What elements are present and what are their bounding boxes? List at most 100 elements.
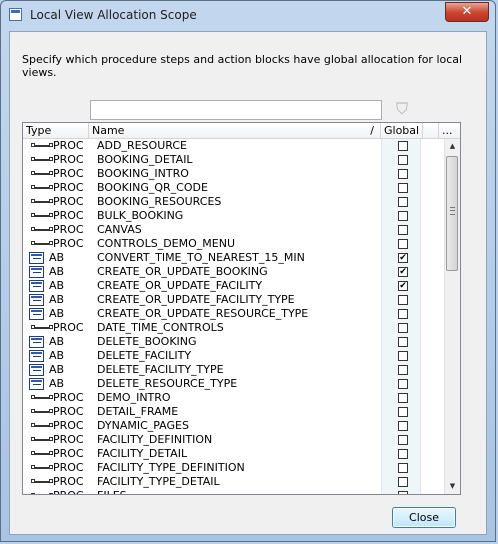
procedure-step-icon	[31, 157, 53, 161]
global-checkbox[interactable]	[398, 169, 408, 179]
filter-input[interactable]	[90, 100, 382, 120]
table-row[interactable]: AB DELETE_FACILITY	[23, 349, 446, 363]
column-header-blank[interactable]	[423, 123, 439, 138]
global-checkbox[interactable]	[398, 365, 408, 375]
global-cell	[381, 349, 421, 363]
global-checkbox[interactable]	[398, 309, 408, 319]
type-label: PROC	[53, 461, 84, 474]
table-row[interactable]: PROC DATE_TIME_CONTROLS	[23, 321, 446, 335]
type-label: AB	[49, 293, 65, 306]
name-cell: CREATE_OR_UPDATE_BOOKING	[97, 265, 268, 278]
global-checkbox[interactable]	[398, 141, 408, 151]
funnel-icon[interactable]: ⛉	[390, 98, 414, 120]
table-row[interactable]: AB DELETE_RESOURCE_TYPE	[23, 377, 446, 391]
name-cell: CREATE_OR_UPDATE_FACILITY_TYPE	[97, 293, 295, 306]
table-row[interactable]: PROC DEMO_INTRO	[23, 391, 446, 405]
type-cell: AB	[23, 363, 89, 377]
global-checkbox[interactable]: ✔	[398, 267, 408, 277]
global-checkbox[interactable]	[398, 491, 408, 494]
app-window-icon	[9, 8, 22, 21]
type-cell: PROC	[23, 461, 89, 475]
name-cell: CONVERT_TIME_TO_NEAREST_15_MIN	[97, 251, 305, 264]
table-row[interactable]: AB CREATE_OR_UPDATE_BOOKING ✔	[23, 265, 446, 279]
column-header-global[interactable]: Global	[381, 123, 423, 138]
scroll-up-icon[interactable]: ▲	[445, 139, 460, 154]
type-label: PROC	[53, 195, 84, 208]
table-row[interactable]: PROC CANVAS	[23, 223, 446, 237]
global-checkbox[interactable]: ✔	[398, 253, 408, 263]
table-row[interactable]: AB CREATE_OR_UPDATE_FACILITY_TYPE	[23, 293, 446, 307]
table-row[interactable]: PROC CONTROLS_DEMO_MENU	[23, 237, 446, 251]
name-cell: BOOKING_QR_CODE	[97, 181, 208, 194]
global-cell	[381, 447, 421, 461]
table-row[interactable]: PROC BOOKING_RESOURCES	[23, 195, 446, 209]
global-checkbox[interactable]	[398, 225, 408, 235]
table-row[interactable]: PROC FILES	[23, 489, 446, 494]
procedure-step-icon	[31, 241, 53, 245]
global-checkbox[interactable]	[398, 155, 408, 165]
type-label: PROC	[53, 167, 84, 180]
instructions-text: Specify which procedure steps and action…	[22, 53, 463, 79]
global-checkbox[interactable]	[398, 337, 408, 347]
global-checkbox[interactable]	[398, 407, 408, 417]
table-row[interactable]: PROC FACILITY_TYPE_DEFINITION	[23, 461, 446, 475]
global-checkbox[interactable]	[398, 183, 408, 193]
global-checkbox[interactable]	[398, 239, 408, 249]
type-cell: AB	[23, 307, 89, 321]
global-checkbox[interactable]: ✔	[398, 281, 408, 291]
table-row[interactable]: PROC DETAIL_FRAME	[23, 405, 446, 419]
global-checkbox[interactable]	[398, 211, 408, 221]
global-cell	[381, 195, 421, 209]
table-row[interactable]: AB CREATE_OR_UPDATE_RESOURCE_TYPE	[23, 307, 446, 321]
name-cell: CONTROLS_DEMO_MENU	[97, 237, 235, 250]
global-cell	[381, 153, 421, 167]
global-checkbox[interactable]	[398, 449, 408, 459]
table-row[interactable]: AB CREATE_OR_UPDATE_FACILITY ✔	[23, 279, 446, 293]
global-checkbox[interactable]	[398, 323, 408, 333]
global-checkbox[interactable]	[398, 197, 408, 207]
global-checkbox[interactable]	[398, 421, 408, 431]
global-checkbox[interactable]	[398, 477, 408, 487]
global-cell: ✔	[381, 279, 421, 293]
global-checkbox[interactable]	[398, 295, 408, 305]
global-checkbox[interactable]	[398, 379, 408, 389]
global-checkbox[interactable]	[398, 435, 408, 445]
procedure-step-icon	[31, 227, 53, 231]
table-row[interactable]: PROC FACILITY_DEFINITION	[23, 433, 446, 447]
type-label: PROC	[53, 139, 84, 152]
window-close-icon[interactable]: ✕	[445, 2, 489, 22]
dialog-body: Specify which procedure steps and action…	[9, 31, 487, 535]
global-checkbox[interactable]	[398, 393, 408, 403]
scroll-down-icon[interactable]: ▼	[445, 479, 460, 494]
table-row[interactable]: AB DELETE_FACILITY_TYPE	[23, 363, 446, 377]
action-block-icon	[29, 364, 44, 376]
global-cell	[381, 377, 421, 391]
table-row[interactable]: PROC BULK_BOOKING	[23, 209, 446, 223]
close-button[interactable]: Close	[392, 507, 456, 528]
type-cell: PROC	[23, 167, 89, 181]
table-row[interactable]: PROC ADD_RESOURCE	[23, 139, 446, 153]
table-row[interactable]: PROC BOOKING_INTRO	[23, 167, 446, 181]
table-row[interactable]: PROC DYNAMIC_PAGES	[23, 419, 446, 433]
global-checkbox[interactable]	[398, 463, 408, 473]
name-cell: BOOKING_DETAIL	[97, 153, 193, 166]
action-block-icon	[29, 308, 44, 320]
table-row[interactable]: AB CONVERT_TIME_TO_NEAREST_15_MIN ✔	[23, 251, 446, 265]
table-row[interactable]: PROC BOOKING_QR_CODE	[23, 181, 446, 195]
column-header-name[interactable]: Name /	[89, 123, 381, 138]
scroll-thumb[interactable]	[446, 156, 458, 271]
column-header-type[interactable]: Type	[23, 123, 89, 138]
name-cell: CREATE_OR_UPDATE_FACILITY	[97, 279, 263, 292]
table-row[interactable]: AB DELETE_BOOKING	[23, 335, 446, 349]
global-cell	[381, 405, 421, 419]
table-row[interactable]: PROC BOOKING_DETAIL	[23, 153, 446, 167]
action-block-icon	[29, 378, 44, 390]
table-row[interactable]: PROC FACILITY_TYPE_DETAIL	[23, 475, 446, 489]
procedure-step-icon	[31, 185, 53, 189]
type-label: AB	[49, 377, 65, 390]
column-chooser-button[interactable]: ...	[439, 123, 460, 138]
global-checkbox[interactable]	[398, 351, 408, 361]
table-row[interactable]: PROC FACILITY_DETAIL	[23, 447, 446, 461]
title-bar[interactable]: Local View Allocation Scope ✕	[1, 1, 495, 31]
vertical-scrollbar[interactable]: ▲ ▼	[444, 139, 460, 494]
